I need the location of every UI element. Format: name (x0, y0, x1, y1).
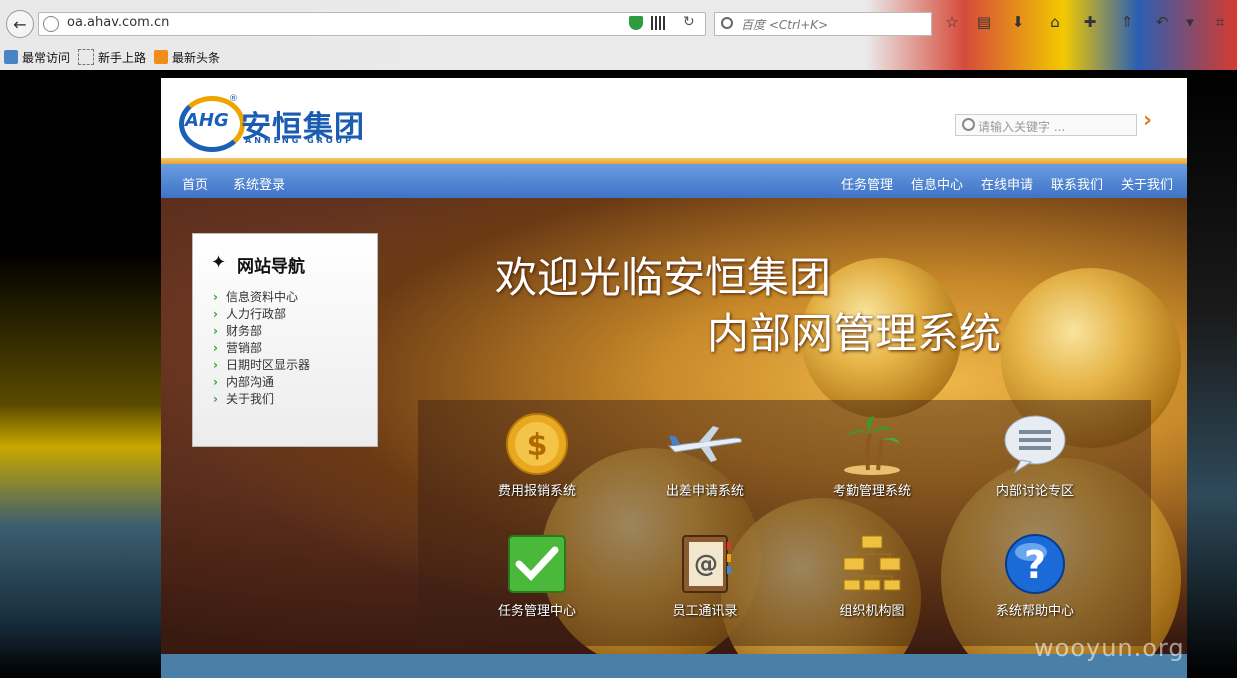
side-link-hr-admin[interactable]: 人力行政部 (213, 305, 286, 322)
svg-text:@: @ (694, 550, 718, 578)
bookmark-latest-headlines[interactable]: 最新头条 (154, 48, 220, 66)
app-expense-reimbursement[interactable]: $ 费用报销系统 (477, 412, 597, 499)
nav-system-login[interactable]: 系统登录 (233, 174, 285, 193)
app-label: 员工通讯录 (672, 604, 738, 619)
compass-star-icon: ✦ (211, 252, 227, 273)
welcome-subheading: 内部网管理系统 (707, 309, 1002, 358)
home-icon[interactable]: ⌂ (1045, 12, 1065, 32)
shield-icon[interactable] (629, 16, 643, 30)
app-label: 系统帮助中心 (995, 604, 1074, 619)
logo-english-name: ANHENG GROUP (245, 136, 354, 145)
browser-toolbar: ← oa.ahav.com.cn ↻ 百度 <Ctrl+K> ☆ ▤ ⬇ ⌂ ✚… (0, 0, 1237, 44)
app-label: 费用报销系统 (497, 484, 576, 499)
back-arrow-icon[interactable]: ← (6, 10, 34, 38)
qr-code-icon[interactable] (651, 16, 665, 30)
address-book-icon: @ (673, 532, 737, 596)
side-link-info-center[interactable]: 信息资料中心 (213, 288, 298, 305)
reload-icon[interactable]: ↻ (683, 14, 695, 30)
app-label: 组织机构图 (839, 604, 905, 619)
app-discussion[interactable]: 内部讨论专区 (975, 412, 1095, 499)
star-icon[interactable]: ☆ (942, 12, 962, 32)
search-icon (721, 17, 733, 29)
chevron-down-icon[interactable]: ▾ (1180, 12, 1200, 32)
bookmark-label: 最常访问 (22, 50, 71, 65)
app-staff-directory[interactable]: @ 员工通讯录 (645, 532, 765, 619)
site-search-placeholder: 请输入关键字 ... (978, 120, 1066, 134)
search-icon (962, 118, 975, 131)
page-icon (78, 49, 94, 65)
site-header: AHG ® 安恒集团 ANHENG GROUP 请输入关键字 ... › (161, 78, 1187, 158)
coin-dollar-icon: $ (505, 412, 569, 476)
crop-icon[interactable]: ⌗ (1210, 12, 1230, 32)
rss-icon (154, 50, 168, 64)
url-text[interactable]: oa.ahav.com.cn (67, 15, 169, 30)
app-help-center[interactable]: ? 系统帮助中心 (975, 532, 1095, 619)
app-business-trip[interactable]: 出差申请系统 (645, 412, 765, 499)
bookmark-label: 最新头条 (172, 50, 221, 65)
nav-info-center[interactable]: 信息中心 (911, 174, 963, 193)
undo-icon[interactable]: ↶ (1152, 12, 1172, 32)
side-link-timezone[interactable]: 日期时区显示器 (213, 356, 310, 373)
chat-bubble-icon (1003, 412, 1067, 476)
side-link-internal-comm[interactable]: 内部沟通 (213, 373, 274, 390)
app-attendance[interactable]: 考勤管理系统 (812, 412, 932, 499)
main-nav: 首页 系统登录 任务管理 信息中心 在线申请 联系我们 关于我们 (161, 164, 1187, 198)
welcome-heading: 欢迎光临安恒集团 (495, 253, 832, 302)
help-icon: ? (1003, 532, 1067, 596)
airplane-icon (667, 412, 742, 476)
side-link-finance[interactable]: 财务部 (213, 322, 262, 339)
app-label: 内部讨论专区 (995, 484, 1074, 499)
bookmark-most-visited[interactable]: 最常访问 (4, 48, 70, 66)
nav-contact-us[interactable]: 联系我们 (1051, 174, 1103, 193)
app-label: 考勤管理系统 (832, 484, 911, 499)
bookmark-getting-started[interactable]: 新手上路 (78, 48, 146, 66)
site-navigation-box: ✦ 网站导航 信息资料中心 人力行政部 财务部 营销部 日期时区显示器 内部沟通… (192, 233, 378, 447)
browser-search-placeholder: 百度 <Ctrl+K> (741, 18, 829, 32)
site-search-input[interactable]: 请输入关键字 ... (955, 114, 1137, 136)
bookmarks-bar: 最常访问 新手上路 最新头条 (0, 44, 1237, 70)
svg-text:$: $ (527, 428, 548, 463)
side-link-marketing[interactable]: 营销部 (213, 339, 262, 356)
nav-about-us[interactable]: 关于我们 (1121, 174, 1173, 193)
nav-home[interactable]: 首页 (182, 174, 208, 193)
bookmark-up-icon[interactable]: ⇑ (1117, 12, 1137, 32)
app-label: 任务管理中心 (497, 604, 576, 619)
bookmark-label: 新手上路 (98, 50, 147, 65)
download-icon[interactable]: ⬇ (1008, 12, 1028, 32)
nav-online-apply[interactable]: 在线申请 (981, 174, 1033, 193)
app-task-center[interactable]: 任务管理中心 (477, 532, 597, 619)
browser-chrome: ← oa.ahav.com.cn ↻ 百度 <Ctrl+K> ☆ ▤ ⬇ ⌂ ✚… (0, 0, 1237, 70)
puzzle-icon[interactable]: ✚ (1080, 12, 1100, 32)
org-chart-icon (840, 532, 904, 596)
globe-icon (43, 16, 59, 32)
web-page: AHG ® 安恒集团 ANHENG GROUP 请输入关键字 ... › 首页 … (161, 78, 1187, 678)
app-org-chart[interactable]: 组织机构图 (812, 532, 932, 619)
search-go-icon[interactable]: › (1143, 108, 1152, 133)
registered-mark-icon: ® (229, 94, 238, 104)
reading-list-icon[interactable]: ▤ (974, 12, 994, 32)
logo-abbreviation: AHG (185, 110, 229, 131)
nav-task-management[interactable]: 任务管理 (841, 174, 893, 193)
address-bar[interactable]: oa.ahav.com.cn ↻ (38, 12, 706, 36)
bookmark-icon (4, 50, 18, 64)
checkmark-icon (505, 532, 569, 596)
desktop-background-left (0, 70, 161, 678)
site-navigation-title: 网站导航 (237, 257, 305, 277)
browser-search-input[interactable]: 百度 <Ctrl+K> (714, 12, 932, 36)
svg-text:?: ? (1024, 543, 1046, 587)
palm-island-icon (840, 412, 904, 476)
watermark: wooyun.org (1034, 634, 1185, 662)
side-link-about-us[interactable]: 关于我们 (213, 390, 274, 407)
desktop-background-right (1187, 70, 1237, 678)
app-label: 出差申请系统 (665, 484, 744, 499)
